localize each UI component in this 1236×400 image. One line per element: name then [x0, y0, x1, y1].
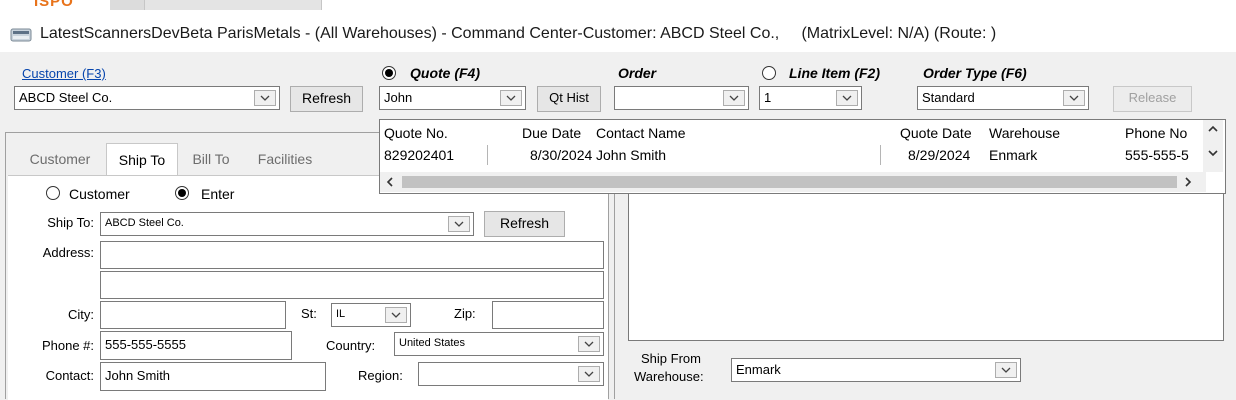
line-item-value: 1 — [764, 90, 772, 105]
region-label: Region: — [358, 368, 403, 383]
customer-value: ABCD Steel Co. — [19, 90, 113, 105]
column-header[interactable]: Due Date — [522, 125, 581, 141]
ship-to-refresh-button[interactable]: Refresh — [484, 211, 565, 237]
column-separator — [487, 145, 488, 165]
country-combo[interactable]: United States — [394, 332, 604, 356]
contact-label: Contact: — [45, 368, 94, 383]
top-tab-stub[interactable] — [110, 0, 145, 10]
enter-radio-label: Enter — [201, 186, 235, 202]
window-title: LatestScannersDevBeta ParisMetals - (All… — [40, 25, 997, 42]
order-combo[interactable] — [614, 86, 749, 110]
refresh-button[interactable]: Refresh — [290, 86, 363, 112]
quote-label: Quote (F4) — [410, 65, 480, 81]
country-value: United States — [399, 337, 466, 349]
chevron-down-icon[interactable] — [578, 336, 600, 352]
tab-customer[interactable]: Customer — [16, 143, 104, 175]
region-combo[interactable] — [418, 362, 604, 386]
line-item-label: Line Item (F2) — [789, 65, 881, 81]
scroll-right-arrow-icon[interactable] — [1184, 177, 1192, 187]
column-header[interactable]: Quote Date — [900, 125, 972, 141]
ship-to-label: Ship To: — [47, 215, 94, 230]
chevron-down-icon[interactable] — [723, 90, 745, 106]
brand-logo-fragment: ISPO — [34, 0, 74, 10]
country-label: Country: — [326, 338, 376, 353]
ship-from-value: Enmark — [736, 362, 781, 377]
tab-facilities[interactable]: Facilities — [244, 143, 326, 175]
tab-bill-to[interactable]: Bill To — [180, 143, 242, 175]
app-window-icon — [10, 27, 32, 43]
horizontal-scroll-thumb[interactable] — [402, 176, 1177, 188]
tab-ship-to[interactable]: Ship To — [106, 143, 178, 175]
ship-from-label-line2: Warehouse: — [634, 369, 704, 384]
city-input[interactable] — [100, 301, 286, 329]
contact-name-cell[interactable]: John Smith — [596, 147, 666, 163]
address-line2-input[interactable] — [100, 271, 604, 299]
state-combo[interactable]: IL — [331, 303, 411, 327]
customer-radio-label: Customer — [69, 186, 130, 202]
column-header[interactable]: Warehouse — [989, 125, 1060, 141]
chevron-down-icon[interactable] — [254, 90, 276, 106]
zip-label: Zip: — [454, 306, 476, 321]
column-separator — [880, 145, 881, 165]
order-type-combo[interactable]: Standard — [917, 86, 1089, 110]
ship-from-label-line1: Ship From — [641, 351, 701, 366]
quote-radio[interactable] — [382, 66, 396, 80]
customer-link[interactable]: Customer (F3) — [22, 66, 106, 81]
customer-combo[interactable]: ABCD Steel Co. — [14, 86, 280, 110]
due-date-cell[interactable]: 8/30/2024 — [530, 147, 592, 163]
column-header[interactable]: Quote No. — [384, 125, 448, 141]
chevron-down-icon[interactable] — [385, 307, 407, 323]
line-item-radio[interactable] — [762, 66, 776, 80]
quote-no-cell[interactable]: 829202401 — [384, 147, 454, 163]
chevron-down-icon[interactable] — [500, 90, 522, 106]
chevron-down-icon[interactable] — [995, 362, 1017, 378]
vertical-scrollbar[interactable] — [1203, 120, 1223, 172]
state-label: St: — [301, 306, 317, 321]
ship-to-combo[interactable]: ABCD Steel Co. — [100, 212, 474, 236]
scroll-left-arrow-icon[interactable] — [386, 177, 394, 187]
column-header[interactable]: Contact Name — [596, 125, 685, 141]
quote-combo[interactable]: John — [379, 86, 526, 110]
scroll-down-arrow-icon[interactable] — [1208, 149, 1218, 157]
zip-input[interactable] — [492, 301, 604, 329]
chevron-down-icon[interactable] — [836, 90, 858, 106]
qt-hist-button[interactable]: Qt Hist — [537, 86, 601, 112]
phone-label: Phone #: — [41, 338, 94, 353]
ship-to-value: ABCD Steel Co. — [105, 217, 184, 229]
phone-input[interactable]: 555-555-5555 — [100, 331, 292, 360]
warehouse-cell[interactable]: Enmark — [989, 147, 1037, 163]
column-header[interactable]: Phone No — [1125, 125, 1187, 141]
order-type-label: Order Type (F6) — [923, 65, 1027, 81]
address-label: Address: — [42, 245, 94, 260]
chevron-down-icon[interactable] — [448, 216, 470, 232]
quote-value: John — [384, 90, 413, 105]
top-tab-stub[interactable] — [145, 0, 322, 10]
enter-radio[interactable] — [175, 186, 189, 200]
release-button[interactable]: Release — [1113, 86, 1192, 112]
phone-cell[interactable]: 555-555-5 — [1125, 147, 1203, 163]
chevron-down-icon[interactable] — [1063, 90, 1085, 106]
address-line1-input[interactable] — [100, 241, 604, 269]
state-value: IL — [336, 308, 346, 320]
ship-from-warehouse-combo[interactable]: Enmark — [731, 358, 1021, 382]
scroll-up-arrow-icon[interactable] — [1208, 125, 1218, 133]
city-label: City: — [68, 307, 94, 322]
quote-date-cell[interactable]: 8/29/2024 — [908, 147, 970, 163]
contact-input[interactable]: John Smith — [100, 362, 326, 391]
customer-radio[interactable] — [46, 186, 60, 200]
order-type-value: Standard — [922, 90, 975, 105]
line-item-combo[interactable]: 1 — [759, 86, 862, 110]
chevron-down-icon[interactable] — [578, 366, 600, 382]
order-label: Order — [618, 65, 657, 81]
